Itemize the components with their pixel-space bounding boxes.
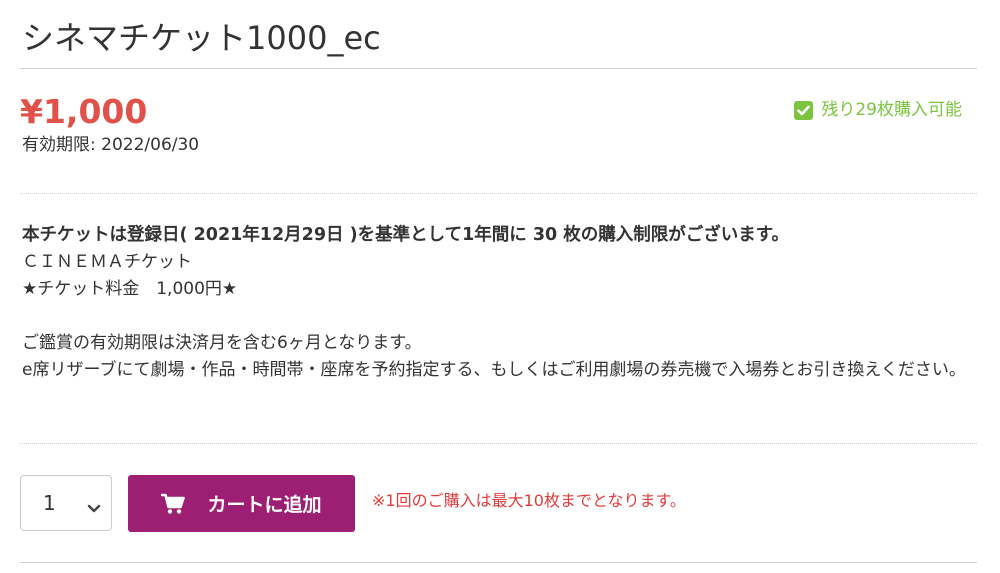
purchase-limit-note: ※1回のご購入は最大10枚までとなります。	[372, 491, 686, 510]
price: ¥1,000	[20, 92, 148, 131]
checkbox-checked-icon	[794, 100, 814, 120]
title-divider	[20, 68, 977, 69]
stock-text: 残り29枚購入可能	[821, 100, 962, 120]
quantity-select[interactable]: 1	[20, 475, 112, 531]
quantity-value: 1	[43, 491, 56, 515]
expiry-date: 有効期限: 2022/06/30	[22, 135, 200, 155]
add-to-cart-button[interactable]: カートに追加	[128, 475, 355, 532]
section-divider	[20, 443, 977, 444]
page-title: シネマチケット1000_ec	[22, 19, 381, 57]
description-paragraph: ご鑑賞の有効期限は決済月を含む6ヶ月となります。	[22, 333, 422, 353]
description-line: ★チケット料金 1,000円★	[22, 279, 238, 299]
add-to-cart-label: カートに追加	[207, 495, 322, 516]
section-divider	[20, 193, 977, 194]
stock-status: 残り29枚購入可能	[794, 99, 962, 121]
description-paragraph: e席リザーブにて劇場・作品・時間帯・座席を予約指定する、もしくはご利用劇場の券売…	[22, 360, 966, 380]
chevron-down-icon	[87, 496, 101, 513]
bottom-divider	[20, 562, 977, 563]
purchase-limit-notice: 本チケットは登録日( 2021年12月29日 )を基準として1年間に 30 枚の…	[22, 225, 790, 245]
product-page: シネマチケット1000_ec ¥1,000 有効期限: 2022/06/30 残…	[0, 0, 1000, 573]
cart-icon	[161, 493, 186, 515]
product-description: 本チケットは登録日( 2021年12月29日 )を基準として1年間に 30 枚の…	[22, 222, 982, 384]
description-line: ＣＩＮＥＭＡチケット	[22, 252, 192, 272]
